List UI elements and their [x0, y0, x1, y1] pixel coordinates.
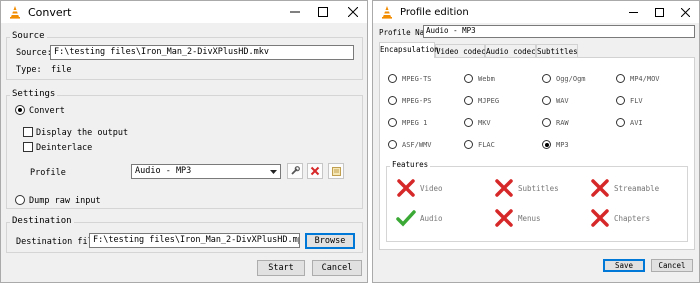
start-button[interactable]: Start — [257, 260, 305, 276]
cross-icon — [591, 179, 609, 197]
feature-subtitles: Subtitles — [518, 184, 559, 193]
type-value: file — [51, 65, 72, 75]
format-label-ogg-ogm: Ogg/Ogm — [556, 75, 586, 83]
format-label-asf-wmv: ASF/WMV — [402, 141, 432, 149]
features-group: Features — [386, 160, 688, 242]
convert-title: Convert — [28, 5, 72, 19]
source-label: Source: — [16, 48, 52, 58]
format-radio-webm[interactable] — [464, 74, 473, 83]
destination-input[interactable]: F:\testing files\Iron_Man_2-DivXPlusHD.m… — [89, 233, 300, 248]
maximize-icon — [318, 7, 328, 17]
new-profile-button[interactable] — [328, 163, 344, 179]
format-radio-mpeg-ps[interactable] — [388, 96, 397, 105]
format-radio-mjpeg[interactable] — [464, 96, 473, 105]
minimize-button[interactable] — [281, 1, 309, 23]
settings-group-label: Settings — [10, 89, 58, 99]
format-radio-wav[interactable] — [542, 96, 551, 105]
format-label-flac: FLAC — [478, 141, 495, 149]
vlc-cone-icon — [382, 6, 392, 19]
format-label-mp4-mov: MP4/MOV — [630, 75, 660, 83]
vlc-cone-icon — [10, 6, 20, 19]
tab-audio-codec[interactable]: Audio codec — [485, 44, 536, 58]
convert-radio[interactable] — [15, 105, 25, 115]
cancel-button[interactable]: Cancel — [312, 260, 362, 276]
source-group-label: Source — [10, 31, 47, 41]
check-icon — [396, 210, 416, 227]
format-label-mp3: MP3 — [556, 141, 569, 149]
cross-icon — [495, 209, 513, 227]
format-radio-avi[interactable] — [616, 118, 625, 127]
format-label-mpeg-1: MPEG 1 — [402, 119, 428, 127]
cross-icon — [591, 209, 609, 227]
delete-profile-button[interactable] — [307, 163, 323, 179]
feature-streamable: Streamable — [614, 184, 660, 193]
maximize-button[interactable] — [645, 1, 673, 23]
format-radio-mp3[interactable] — [542, 140, 551, 149]
close-button[interactable] — [671, 1, 699, 23]
profile-label: Profile — [30, 168, 66, 178]
profile-window: Profile edition Profile Name Audio - MP3… — [372, 0, 700, 283]
close-icon — [348, 7, 358, 17]
format-radio-flv[interactable] — [616, 96, 625, 105]
chevron-down-icon — [267, 166, 279, 177]
close-button[interactable] — [339, 1, 367, 23]
profile-select[interactable]: Audio - MP3 — [131, 164, 281, 179]
profile-select-value: Audio - MP3 — [135, 166, 192, 176]
display-output-checkbox[interactable] — [23, 127, 33, 137]
save-button[interactable]: Save — [603, 259, 645, 272]
minimize-icon — [628, 11, 638, 13]
dump-raw-label: Dump raw input — [29, 196, 101, 206]
format-radio-raw[interactable] — [542, 118, 551, 127]
tab-encapsulation[interactable]: Encapsulation — [379, 42, 439, 58]
destination-group-label: Destination — [10, 216, 74, 226]
deinterlace-checkbox[interactable] — [23, 142, 33, 152]
tab-subtitles[interactable]: Subtitles — [536, 44, 578, 58]
maximize-button[interactable] — [309, 1, 337, 23]
wrench-icon — [291, 166, 300, 175]
dump-raw-radio[interactable] — [15, 195, 25, 205]
type-label: Type: — [16, 65, 42, 75]
close-icon — [680, 7, 690, 17]
feature-chapters: Chapters — [614, 214, 651, 223]
format-label-avi: AVI — [630, 119, 643, 127]
cancel-button[interactable]: Cancel — [651, 259, 693, 272]
maximize-icon — [654, 7, 664, 17]
cross-icon — [397, 179, 415, 197]
source-input[interactable]: F:\testing files\Iron_Man_2-DivXPlusHD.m… — [50, 45, 354, 60]
format-radio-ogg-ogm[interactable] — [542, 74, 551, 83]
cross-icon — [495, 179, 513, 197]
convert-option-label: Convert — [29, 106, 65, 116]
format-label-raw: RAW — [556, 119, 569, 127]
features-label: Features — [390, 160, 431, 169]
format-radio-mkv[interactable] — [464, 118, 473, 127]
format-label-wav: WAV — [556, 97, 569, 105]
format-label-flv: FLV — [630, 97, 643, 105]
format-label-mpeg-ps: MPEG-PS — [402, 97, 432, 105]
new-profile-icon — [331, 166, 341, 176]
format-radio-mp4-mov[interactable] — [616, 74, 625, 83]
display-output-label: Display the output — [36, 128, 129, 138]
convert-window: Convert Source Source: F:\testing files\… — [0, 0, 368, 283]
format-radio-flac[interactable] — [464, 140, 473, 149]
tab-panel: MPEG-TS Webm Ogg/Ogm MP4/MOV MPEG-PS MJPEG WAV… — [379, 57, 695, 250]
tab-video-codec[interactable]: Video codec — [435, 44, 486, 58]
format-label-mjpeg: MJPEG — [478, 97, 500, 105]
feature-menus: Menus — [518, 214, 541, 223]
feature-audio: Audio — [420, 214, 443, 223]
edit-profile-button[interactable] — [287, 163, 303, 179]
profile-title: Profile edition — [400, 6, 469, 18]
format-radio-asf-wmv[interactable] — [388, 140, 397, 149]
minimize-button[interactable] — [619, 1, 647, 23]
browse-button[interactable]: Browse — [305, 233, 355, 249]
format-label-mkv: MKV — [478, 119, 491, 127]
profile-name-input[interactable]: Audio - MP3 — [423, 25, 695, 38]
deinterlace-label: Deinterlace — [36, 143, 93, 153]
format-radio-mpeg-ts[interactable] — [388, 74, 397, 83]
format-radio-mpeg-1[interactable] — [388, 118, 397, 127]
format-label-mpeg-ts: MPEG-TS — [402, 75, 432, 83]
feature-video: Video — [420, 184, 443, 193]
minimize-icon — [290, 11, 300, 13]
format-label-webm: Webm — [478, 75, 495, 83]
delete-cross-icon — [310, 166, 320, 176]
